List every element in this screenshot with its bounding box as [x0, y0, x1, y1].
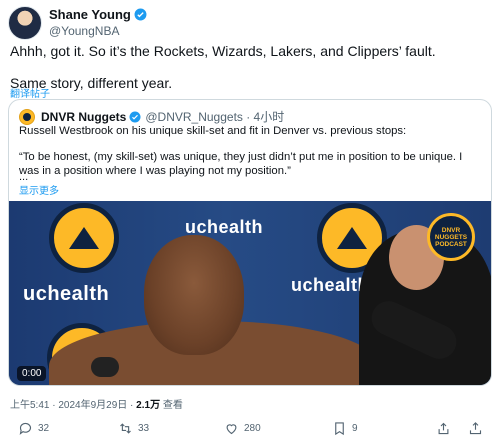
tweet-line-2: Same story, different year. [10, 75, 173, 91]
reply-button[interactable]: 32 [18, 421, 49, 436]
repost-button[interactable]: 33 [118, 421, 149, 436]
author-avatar[interactable] [8, 6, 42, 40]
repost-icon [120, 423, 131, 434]
quoted-line-1: Russell Westbrook on his unique skill-se… [19, 125, 407, 137]
quoted-name: DNVR Nuggets [41, 109, 127, 124]
author-handle[interactable]: @YoungNBA [49, 24, 147, 38]
bookmark-icon [335, 422, 344, 436]
quoted-tweet[interactable]: DNVR Nuggets @DNVR_Nuggets · 4小时 Russell… [8, 99, 492, 386]
bookmark-count: 9 [352, 423, 358, 434]
reply-count: 32 [38, 423, 50, 434]
quoted-avatar [19, 108, 35, 125]
tweet-timestamp[interactable]: 上午5:41 · 2024年9月29日 · [10, 400, 136, 411]
author-name[interactable]: Shane Young [49, 7, 131, 22]
tweet-line-1: Ahhh, got it. So it’s the Rockets, Wizar… [10, 43, 436, 59]
share-icon [438, 422, 449, 435]
action-bar: 32 33 280 9 [0, 421, 500, 439]
quoted-line-2: “To be honest, (my skill-set) was unique… [19, 151, 463, 177]
quoted-handle-time: @DNVR_Nuggets · 4小时 [145, 110, 285, 124]
views-label: 查看 [160, 400, 183, 411]
podcast-badge: DNVR NUGGETS PODCAST [427, 213, 475, 261]
author-name-row: Shane Young [49, 7, 147, 22]
bookmark-button[interactable]: 9 [332, 421, 358, 436]
tweet-header: Shane Young @YoungNBA [8, 6, 147, 40]
like-count: 280 [244, 423, 261, 434]
author-names: Shane Young @YoungNBA [49, 7, 147, 38]
repost-count: 33 [138, 423, 150, 434]
video-player[interactable]: uchealth uchealth uchealth DNVR NUGGETS … [9, 201, 491, 385]
share-button[interactable] [436, 421, 456, 436]
quoted-verified-badge-icon [129, 111, 141, 122]
tweet-text: Ahhh, got it. So it’s the Rockets, Wizar… [10, 42, 490, 106]
reply-icon [19, 422, 32, 435]
heart-icon [226, 424, 237, 435]
like-button[interactable]: 280 [224, 421, 261, 436]
quoted-header: DNVR Nuggets @DNVR_Nuggets · 4小时 [19, 108, 284, 125]
verified-badge-icon [134, 8, 147, 21]
tweet-meta: 上午5:41 · 2024年9月29日 · 2.1万 查看 [10, 396, 183, 411]
sponsor-text: uchealth [291, 275, 370, 295]
quoted-text: Russell Westbrook on his unique skill-se… [19, 124, 481, 190]
video-timer: 0:00 [17, 366, 47, 381]
show-more-link[interactable]: 显示更多 [19, 182, 59, 197]
player-head [144, 235, 244, 355]
views-count: 2.1万 [136, 400, 161, 411]
tweet: Shane Young @YoungNBA Ahhh, got it. So i… [0, 0, 500, 440]
nuggets-logo [49, 203, 119, 273]
upload-button[interactable] [468, 421, 488, 436]
sponsor-text: uchealth [23, 283, 110, 305]
upload-icon [469, 422, 482, 435]
translate-link[interactable]: 翻译帖子 [10, 85, 50, 100]
microphone [91, 357, 119, 377]
